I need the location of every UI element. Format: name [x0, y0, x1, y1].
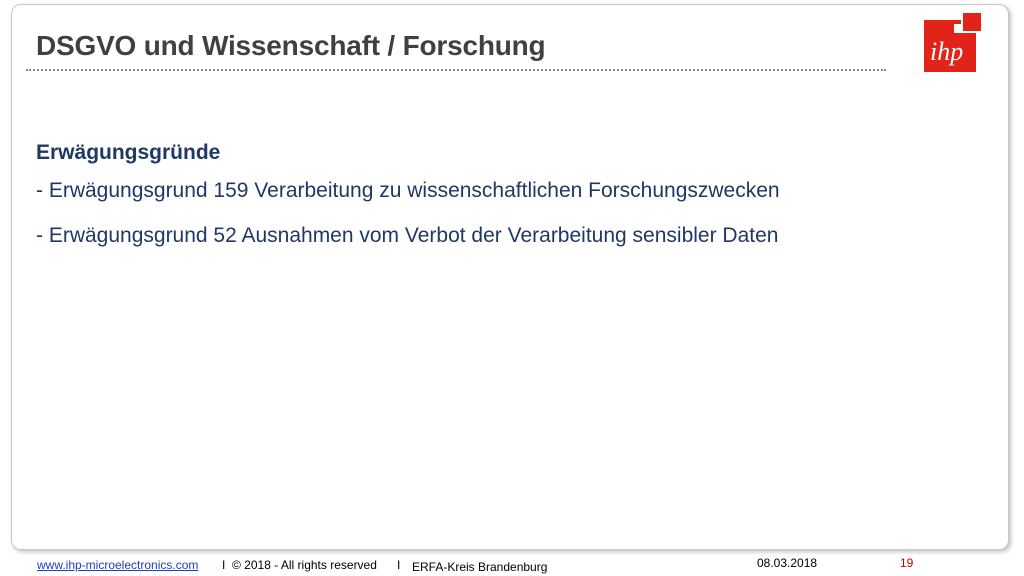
website-link[interactable]: www.ihp-microelectronics.com — [37, 558, 198, 572]
title-divider — [26, 69, 886, 71]
bullet-item: - Erwägungsgrund 159 Verarbeitung zu wis… — [36, 179, 780, 202]
bullet-item: - Erwägungsgrund 52 Ausnahmen vom Verbot… — [36, 224, 779, 247]
ihp-logo: ihp — [924, 12, 982, 72]
group-name: ERFA-Kreis Brandenburg — [412, 560, 548, 574]
page-title: DSGVO und Wissenschaft / Forschung — [36, 30, 546, 61]
page-number: 19 — [900, 556, 914, 570]
slide-content: Erwägungsgründe - Erwägungsgrund 159 Ver… — [36, 140, 936, 268]
slide-frame — [11, 4, 1009, 550]
slide-date: 08.03.2018 — [757, 556, 818, 570]
footer-separator: I — [397, 558, 401, 572]
footer-separator: I — [222, 558, 226, 572]
copyright-text: © 2018 - All rights reserved — [232, 558, 377, 572]
content-heading: Erwägungsgründe — [36, 141, 221, 164]
logo-text: ihp — [930, 37, 963, 66]
footer: www.ihp-microelectronics.com I © 2018 - … — [0, 556, 1024, 576]
